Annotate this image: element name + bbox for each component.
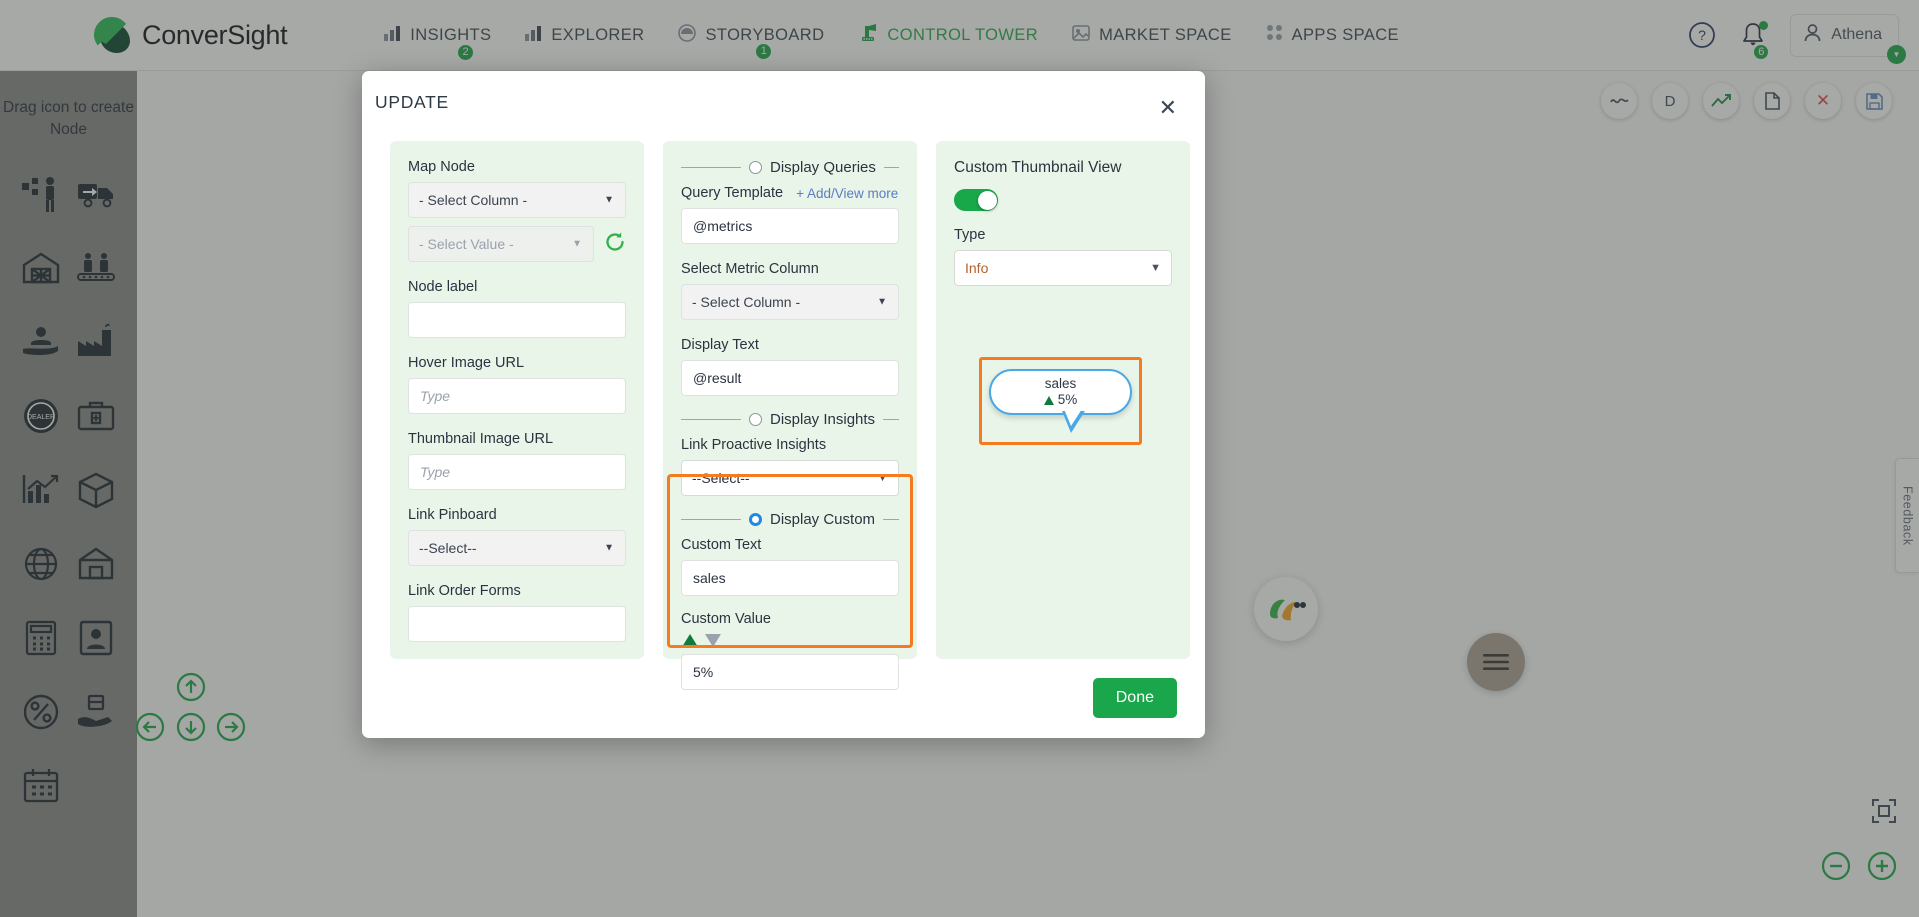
map-node-column-select[interactable]: - Select Column - ▼	[408, 182, 626, 218]
display-options-panel: Display Queries Query Template + Add/Vie…	[663, 141, 917, 690]
map-node-panel: Map Node - Select Column - ▼ - Select Va…	[390, 141, 644, 659]
node-label-input[interactable]	[408, 302, 626, 338]
thumbnail-type-label: Type	[954, 227, 986, 243]
query-template-row: Query Template + Add/View more	[681, 185, 899, 201]
toggle-knob	[977, 190, 997, 210]
link-pinboard-label: Link Pinboard	[408, 507, 497, 523]
display-queries-header: Display Queries	[681, 159, 899, 176]
display-insights-radio[interactable]	[749, 413, 762, 426]
custom-thumbnail-title: Custom Thumbnail View	[954, 159, 1122, 176]
link-order-forms-label: Link Order Forms	[408, 583, 521, 599]
add-view-more-link[interactable]: + Add/View more	[796, 186, 898, 201]
display-text-input[interactable]	[681, 360, 899, 396]
chevron-down-icon: ▼	[572, 238, 582, 250]
update-modal: UPDATE ✕ Map Node - Select Column - ▼ - …	[362, 71, 1205, 738]
map-node-value-select[interactable]: - Select Value - ▼	[408, 226, 594, 262]
select-metric-column-label: Select Metric Column	[681, 261, 819, 277]
preview-value-row: 5%	[1043, 392, 1078, 408]
chevron-down-icon: ▼	[877, 296, 887, 308]
display-insights-title: Display Insights	[770, 411, 876, 428]
map-node-value-row: - Select Value - ▼	[408, 226, 626, 262]
custom-section-highlight	[667, 474, 913, 648]
divider-line	[883, 419, 899, 420]
query-template-input[interactable]	[681, 208, 899, 244]
chevron-down-icon: ▼	[604, 542, 614, 554]
divider-line	[681, 167, 741, 168]
modal-columns: Map Node - Select Column - ▼ - Select Va…	[390, 141, 1190, 690]
hover-image-url-label: Hover Image URL	[408, 355, 525, 371]
select-metric-column-value: - Select Column -	[692, 294, 801, 310]
display-text-label: Display Text	[681, 337, 759, 353]
link-proactive-insights-label: Link Proactive Insights	[681, 437, 827, 453]
thumbnail-image-url-label: Thumbnail Image URL	[408, 431, 554, 447]
bubble-tail-fill	[1064, 409, 1082, 426]
link-pinboard-select[interactable]: --Select-- ▼	[408, 530, 626, 566]
refresh-icon[interactable]	[604, 231, 626, 258]
modal-title: UPDATE	[375, 92, 449, 112]
map-node-column-value: - Select Column -	[419, 192, 528, 208]
done-button[interactable]: Done	[1092, 678, 1177, 718]
thumbnail-type-select[interactable]: Info ▼	[954, 250, 1172, 286]
chevron-down-icon: ▼	[1150, 262, 1161, 274]
thumbnail-image-url-input[interactable]	[408, 454, 626, 490]
display-queries-radio[interactable]	[749, 161, 762, 174]
node-label-label: Node label	[408, 279, 478, 295]
hover-image-url-input[interactable]	[408, 378, 626, 414]
preview-value: 5%	[1057, 392, 1078, 407]
query-template-label: Query Template	[681, 185, 784, 201]
divider-line	[681, 419, 741, 420]
display-insights-header: Display Insights	[681, 411, 899, 428]
link-order-forms-input[interactable]	[408, 606, 626, 642]
thumbnail-preview-bubble: sales 5%	[989, 369, 1132, 415]
map-node-label: Map Node	[408, 159, 475, 175]
chevron-down-icon: ▼	[604, 194, 614, 206]
app-root: ConverSight INSIGHTS 2 EXPLORER STORYBOA…	[0, 0, 1919, 917]
map-node-value-value: - Select Value -	[419, 236, 514, 252]
custom-thumbnail-toggle[interactable]	[954, 189, 998, 211]
preview-text: sales	[1044, 376, 1077, 391]
custom-thumbnail-panel: Custom Thumbnail View Type Info ▼ sales …	[936, 141, 1190, 659]
display-queries-title: Display Queries	[770, 159, 876, 176]
custom-value-input[interactable]	[681, 654, 899, 690]
divider-line	[883, 167, 899, 168]
close-icon[interactable]: ✕	[1151, 93, 1185, 123]
link-pinboard-value: --Select--	[419, 540, 477, 556]
thumbnail-type-value: Info	[965, 260, 989, 276]
triangle-up-icon	[1043, 395, 1054, 405]
select-metric-column-select[interactable]: - Select Column - ▼	[681, 284, 899, 320]
